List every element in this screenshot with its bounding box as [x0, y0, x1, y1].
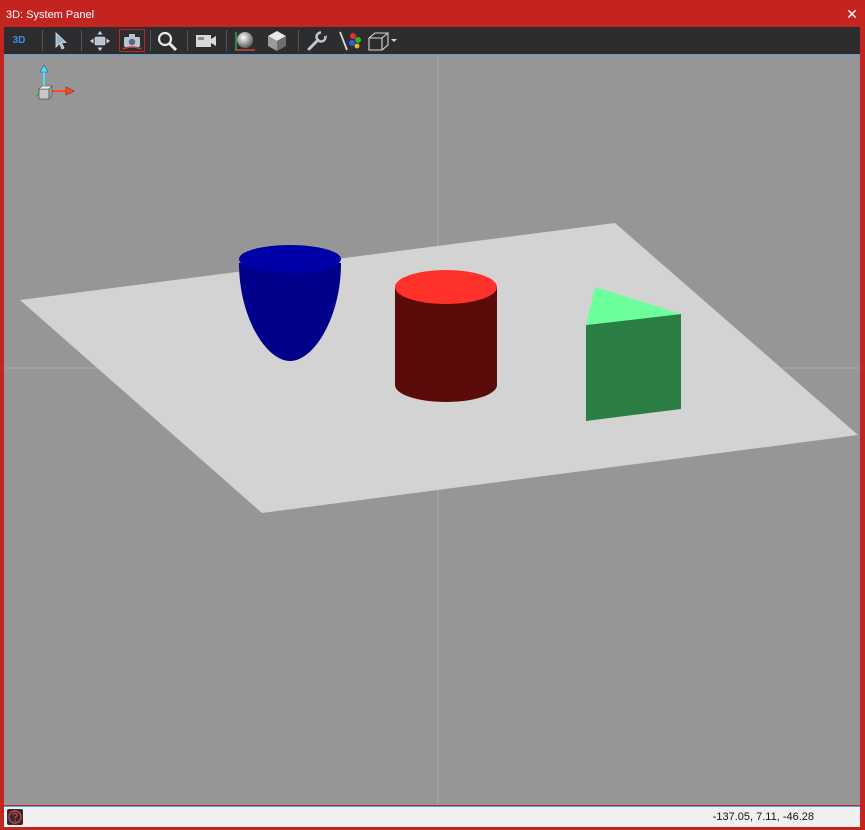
zoom-button[interactable]	[154, 29, 180, 52]
cylinder-shape	[395, 270, 497, 402]
camera-icon	[122, 33, 142, 50]
window-title: 3D: System Panel	[6, 9, 95, 21]
sphere-icon	[235, 31, 255, 51]
camera-orbit-button[interactable]	[119, 29, 145, 52]
cube-icon	[268, 30, 286, 51]
axis-gizmo	[35, 64, 75, 100]
help-button[interactable]	[7, 809, 23, 825]
status-bar: -137.05, 7.11, -46.28	[4, 806, 860, 827]
wrench-icon	[307, 30, 327, 50]
chevron-down-icon	[391, 38, 397, 42]
close-icon[interactable]: ✕	[845, 7, 859, 21]
video-camera-icon	[196, 34, 216, 47]
camera-view-button[interactable]	[193, 29, 219, 52]
sphere-render-button[interactable]	[232, 29, 258, 52]
toolbar-separator	[42, 30, 43, 51]
toolbar-separator	[226, 30, 227, 51]
cube-render-button[interactable]	[264, 29, 290, 52]
3d-mode-button[interactable]: 3D	[6, 29, 32, 52]
pan-tool-button[interactable]	[87, 29, 113, 52]
help-icon	[8, 810, 22, 824]
system-panel-window: 3D: System Panel ✕ 3D -137.05, 7.11, -46…	[0, 0, 865, 830]
3d-viewport[interactable]	[4, 55, 860, 805]
cursor-coordinates: -137.05, 7.11, -46.28	[712, 811, 814, 823]
toolbar-separator	[81, 30, 82, 51]
magnifier-icon	[157, 31, 178, 51]
move-arrows-icon	[90, 30, 110, 51]
toolbar-separator	[150, 30, 151, 51]
toolbar-separator	[187, 30, 188, 51]
palette-brush-icon	[339, 31, 361, 50]
select-tool-button[interactable]	[48, 29, 74, 52]
toolbar: 3D	[4, 27, 860, 55]
3d-label: 3D	[12, 35, 26, 46]
scene-canvas	[4, 55, 860, 805]
color-palette-button[interactable]	[337, 29, 363, 52]
settings-tool-button[interactable]	[304, 29, 330, 52]
wireframe-box-icon	[368, 31, 397, 51]
title-bar[interactable]: 3D: System Panel ✕	[0, 0, 865, 27]
toolbar-separator	[298, 30, 299, 51]
bounding-box-dropdown[interactable]	[366, 29, 400, 52]
cursor-arrow-icon	[55, 31, 68, 50]
